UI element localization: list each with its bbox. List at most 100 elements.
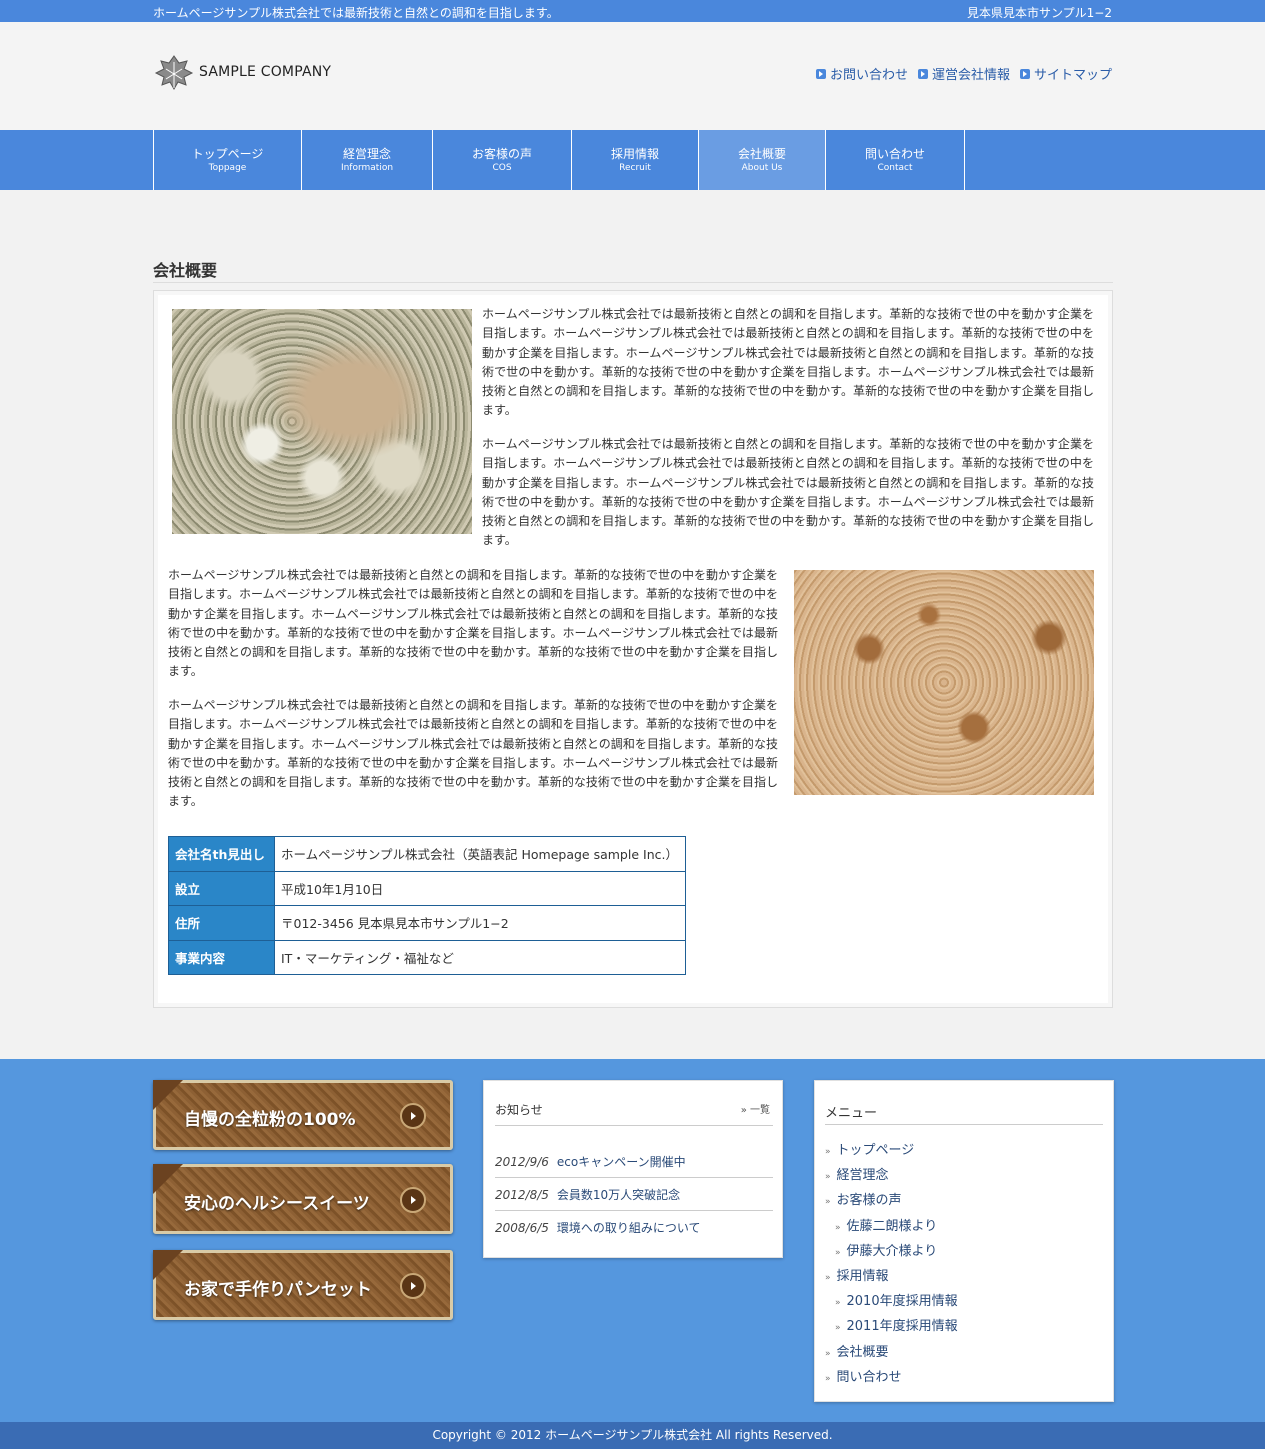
chevron-right-icon: » (825, 1147, 831, 1157)
menu-item-label: 佐藤二朗様より (846, 1219, 938, 1234)
menu-panel: メニュー » トップページ » 経営理念 » お客様の声 » 佐藤二朗様より » 伊藤大介… (814, 1080, 1114, 1402)
nav-label: 問い合わせ (864, 146, 925, 161)
ribbon-icon (153, 1250, 183, 1280)
chevron-right-icon: » (740, 1105, 747, 1116)
chevron-right-icon: » (825, 1197, 831, 1207)
menu-item-label: 問い合わせ (836, 1370, 902, 1385)
paragraph: ホームページサンプル株式会社では最新技術と自然との調和を目指します。革新的な技術… (482, 437, 1094, 548)
table-header-cell: 事業内容 (168, 939, 275, 975)
nav-item-recruit[interactable]: 採用情報 Recruit (572, 130, 699, 190)
banner-whole-grain[interactable]: 自慢の全粒粉の100% (153, 1080, 453, 1150)
menu-item-label: 採用情報 (836, 1269, 889, 1284)
news-all-link[interactable]: » 一覧 (741, 1101, 770, 1116)
menu-item-recruit[interactable]: » 採用情報 (825, 1265, 889, 1284)
menu-item-recruit-2011[interactable]: » 2011年度採用情報 (835, 1315, 958, 1334)
news-text: ecoキャンペーン開催中 (556, 1155, 686, 1169)
table-value-cell: 平成10年1月10日 (274, 870, 686, 906)
chevron-right-icon: » (825, 1349, 831, 1359)
contact-link-label: お問い合わせ (829, 68, 908, 83)
news-date: 2012/9/6 (495, 1155, 549, 1169)
news-item[interactable]: 2008/6/5 環境への取り組みについて (495, 1219, 773, 1236)
top-bar: ホームページサンプル株式会社では最新技術と自然との調和を目指します。 見本県見本… (0, 0, 1265, 22)
nav-label: 採用情報 (610, 146, 659, 161)
news-text: 会員数10万人突破記念 (556, 1188, 681, 1202)
news-heading: お知らせ (495, 1103, 543, 1117)
nav-item-information[interactable]: 経営理念 Information (302, 130, 433, 190)
news-date: 2008/6/5 (495, 1221, 549, 1235)
sitemap-link[interactable]: サイトマップ (1019, 64, 1112, 83)
chevron-right-icon: » (835, 1298, 841, 1308)
paragraph: ホームページサンプル株式会社では最新技術と自然との調和を目指します。革新的な技術… (168, 568, 778, 679)
banner-healthy-sweets[interactable]: 安心のヘルシースイーツ (153, 1164, 453, 1234)
nav-item-contact[interactable]: 問い合わせ Contact (826, 130, 965, 190)
news-item[interactable]: 2012/9/6 ecoキャンペーン開催中 (495, 1153, 773, 1170)
nav-item-cos[interactable]: お客様の声 COS (433, 130, 572, 190)
nav-label: 経営理念 (342, 146, 391, 161)
chevron-right-icon: » (835, 1248, 841, 1258)
table-row: 住所 〒012-3456 見本県見本市サンプル1−2 (168, 905, 686, 941)
nav-label: トップページ (191, 146, 264, 161)
nav-label: お客様の声 (471, 146, 532, 161)
sitemap-link-label: サイトマップ (1033, 68, 1112, 83)
menu-heading: メニュー (825, 1106, 878, 1121)
banner-title: お家で手作りパンセット (184, 1280, 372, 1300)
banner-bread-set[interactable]: お家で手作りパンセット (153, 1250, 453, 1320)
divider (495, 1210, 773, 1211)
arrow-right-icon (400, 1103, 426, 1129)
menu-item-label: トップページ (836, 1143, 915, 1158)
table-value-cell: ホームページサンプル株式会社（英語表記 Homepage sample Inc.… (274, 836, 686, 872)
nav-label: 会社概要 (737, 146, 786, 161)
arrow-icon (1019, 68, 1030, 79)
menu-item-sato[interactable]: » 佐藤二朗様より (835, 1215, 937, 1234)
table-header-cell: 会社名th見出し (168, 836, 275, 872)
arrow-icon (815, 68, 826, 79)
nav-sublabel: COS (492, 162, 512, 173)
arrow-right-icon (400, 1187, 426, 1213)
menu-item-philosophy[interactable]: » 経営理念 (825, 1164, 889, 1183)
nav-sublabel: Contact (877, 162, 913, 173)
copyright-bar: Copyright © 2012 ホームページサンプル株式会社 All righ… (0, 1422, 1265, 1449)
chevron-right-icon: » (825, 1273, 831, 1283)
news-date: 2012/8/5 (495, 1188, 549, 1202)
news-text: 環境への取り組みについて (556, 1221, 701, 1235)
news-item[interactable]: 2012/8/5 会員数10万人突破記念 (495, 1186, 773, 1203)
menu-item-toppage[interactable]: » トップページ (825, 1139, 914, 1158)
company-info-link-label: 運営会社情報 (931, 68, 1010, 83)
company-info-link[interactable]: 運営会社情報 (917, 64, 1010, 83)
table-value-cell: 〒012-3456 見本県見本市サンプル1−2 (274, 905, 686, 941)
menu-item-ito[interactable]: » 伊藤大介様より (835, 1240, 937, 1259)
menu-item-about[interactable]: » 会社概要 (825, 1341, 889, 1360)
divider (495, 1125, 773, 1126)
table-header-cell: 住所 (168, 905, 275, 941)
logo[interactable]: SAMPLE COMPANY (153, 52, 331, 92)
menu-item-label: お客様の声 (836, 1193, 902, 1208)
dough-photo (172, 309, 472, 534)
nav-sublabel: Recruit (619, 162, 651, 173)
arrow-right-icon (400, 1273, 426, 1299)
bread-photo (794, 570, 1094, 795)
menu-item-label: 伊藤大介様より (846, 1244, 938, 1259)
table-value-cell: IT・マーケティング・福祉など (274, 939, 686, 975)
news-all-label: 一覧 (750, 1105, 770, 1116)
copyright-text: Copyright © 2012 ホームページサンプル株式会社 All righ… (432, 1428, 833, 1442)
tagline: ホームページサンプル株式会社では最新技術と自然との調和を目指します。 (153, 6, 559, 20)
menu-item-label: 経営理念 (836, 1168, 889, 1183)
contact-link[interactable]: お問い合わせ (815, 64, 908, 83)
ribbon-icon (153, 1164, 183, 1194)
ribbon-icon (153, 1080, 183, 1110)
banner-title: 自慢の全粒粉の100% (184, 1110, 356, 1130)
banner-title: 安心のヘルシースイーツ (184, 1194, 370, 1214)
table-row: 事業内容 IT・マーケティング・福祉など (168, 939, 686, 975)
header-links: お問い合わせ 運営会社情報 サイトマップ (815, 64, 1112, 83)
nav-item-about-us[interactable]: 会社概要 About Us (699, 130, 826, 190)
nav-sublabel: Information (340, 162, 394, 173)
table-row: 設立 平成10年1月10日 (168, 870, 686, 906)
nav-item-toppage[interactable]: トップページ Toppage (154, 130, 302, 190)
menu-item-contact[interactable]: » 問い合わせ (825, 1366, 902, 1385)
divider (495, 1177, 773, 1178)
menu-item-recruit-2010[interactable]: » 2010年度採用情報 (835, 1290, 958, 1309)
chevron-right-icon: » (835, 1223, 841, 1233)
table-row: 会社名th見出し ホームページサンプル株式会社（英語表記 Homepage sa… (168, 836, 686, 872)
menu-item-customer-voice[interactable]: » お客様の声 (825, 1189, 902, 1208)
paragraph: ホームページサンプル株式会社では最新技術と自然との調和を目指します。革新的な技術… (482, 307, 1094, 418)
